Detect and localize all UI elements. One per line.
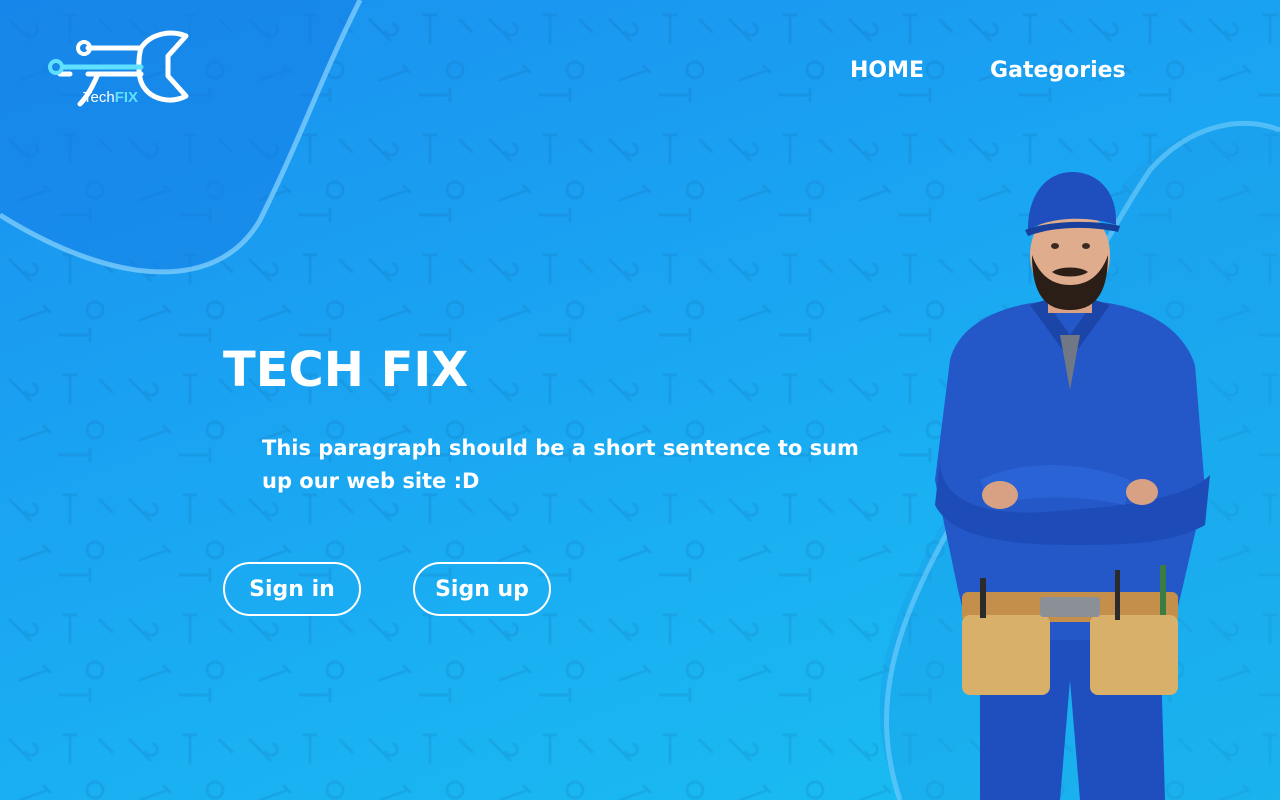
sign-up-button[interactable]: Sign up	[413, 562, 551, 616]
landing-page: TechFIX HOME Gategories TECH FIX This pa…	[0, 0, 1280, 800]
logo-wordmark: TechFIX	[83, 89, 138, 106]
main-nav: HOME Gategories	[850, 58, 1126, 83]
worker-illustration	[935, 172, 1210, 800]
nav-link-categories[interactable]: Gategories	[990, 58, 1126, 83]
logo-text-tech: Tech	[83, 89, 115, 106]
hero-paragraph: This paragraph should be a short sentenc…	[262, 436, 859, 493]
logo-text-fix: FIX	[114, 89, 139, 106]
hero-title: TECH FIX	[223, 342, 469, 398]
sign-in-button[interactable]: Sign in	[223, 562, 361, 616]
nav-link-home[interactable]: HOME	[850, 58, 924, 83]
